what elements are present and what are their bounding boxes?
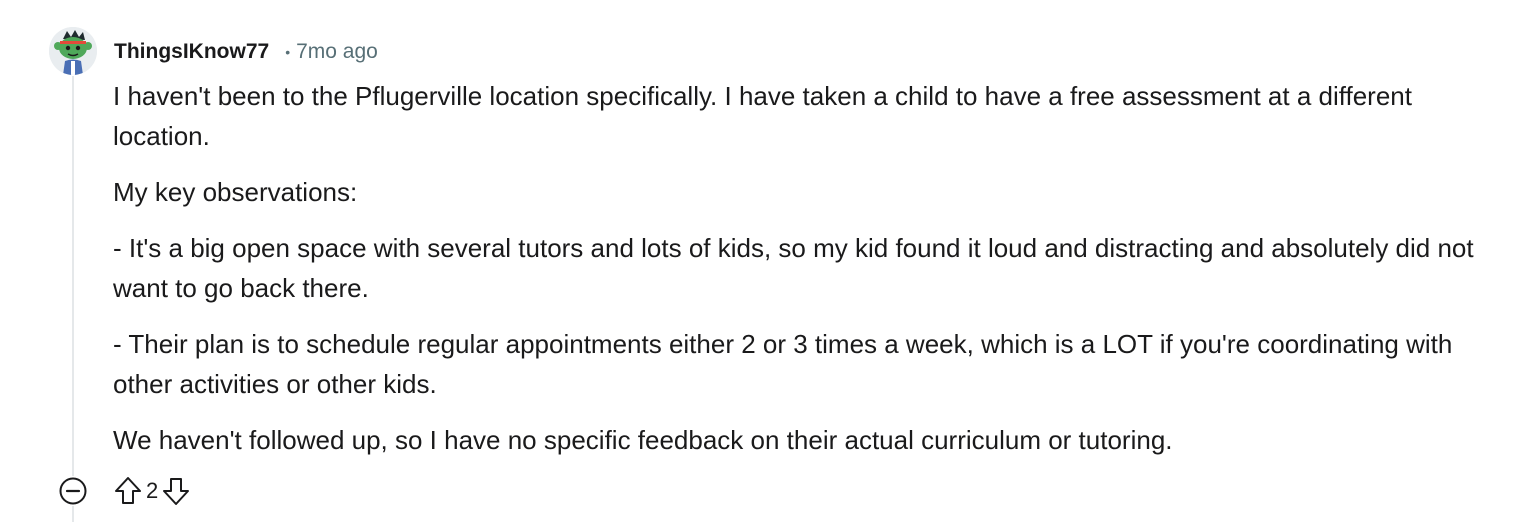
comment-paragraph: My key observations:: [113, 177, 358, 207]
comment-paragraph: - It's a big open space with several tut…: [113, 233, 1474, 303]
avatar[interactable]: [49, 27, 97, 75]
minus-circle-icon: [59, 477, 87, 505]
collapse-button[interactable]: [56, 474, 90, 508]
author-username[interactable]: ThingsIKnow77: [114, 40, 269, 64]
snoo-avatar-icon: [49, 27, 97, 75]
arrow-down-icon: [163, 478, 190, 505]
downvote-button[interactable]: [160, 473, 192, 509]
vote-controls: 2: [112, 473, 192, 509]
comment-paragraph: We haven't followed up, so I have no spe…: [113, 425, 1173, 455]
comment-header: ThingsIKnow77 • 7mo ago: [114, 38, 378, 66]
thread-line[interactable]: [72, 76, 74, 476]
arrow-up-icon: [115, 477, 141, 504]
vote-score: 2: [146, 478, 159, 503]
meta-separator: •: [285, 44, 291, 60]
comment-paragraph: - Their plan is to schedule regular appo…: [113, 329, 1453, 399]
comment-action-bar: 2: [56, 472, 192, 510]
comment-paragraph: I haven't been to the Pflugerville locat…: [113, 81, 1412, 151]
comment-timestamp[interactable]: 7mo ago: [296, 40, 378, 64]
upvote-button[interactable]: [112, 473, 144, 509]
comment-body: I haven't been to the Pflugerville locat…: [113, 76, 1513, 476]
